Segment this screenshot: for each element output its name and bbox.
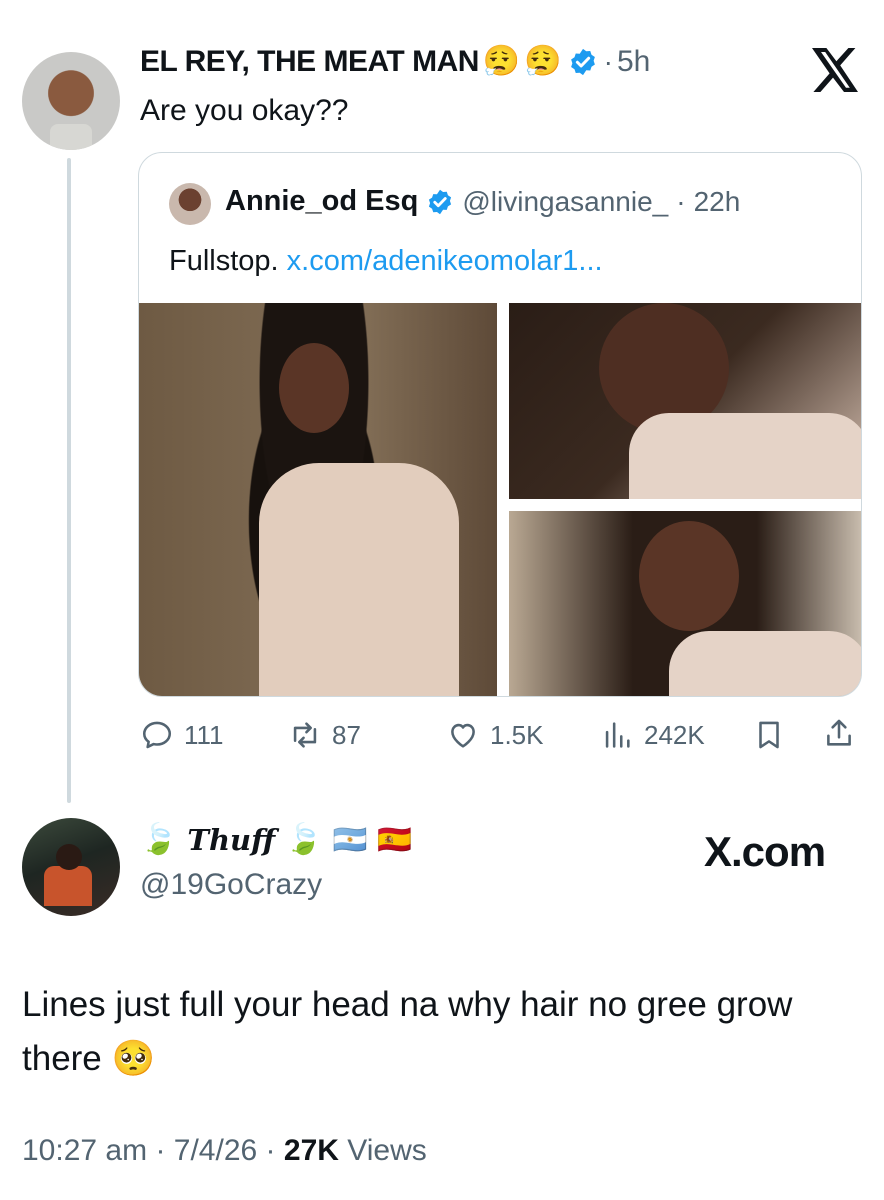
main-display-name[interactable]: Thuff bbox=[187, 823, 275, 857]
quoted-link[interactable]: x.com/adenikeomolar1... bbox=[287, 245, 603, 277]
quoted-text-row: Fullstop. x.com/adenikeomolar1... bbox=[169, 245, 603, 278]
exhale-emoji-icon: 😮‍💨 bbox=[482, 45, 521, 78]
main-views-count: 27K bbox=[283, 1134, 339, 1167]
reply-count: 111 bbox=[184, 719, 224, 750]
reply-action[interactable]: 111 bbox=[140, 718, 224, 752]
reply-author-row: EL REY, THE MEAT MAN 😮‍💨 😮‍💨 · 5h bbox=[140, 44, 651, 79]
avatar-19gocrazy[interactable] bbox=[22, 818, 120, 916]
quoted-handle[interactable]: @livingasannie_ bbox=[462, 186, 668, 218]
retweet-count: 87 bbox=[332, 719, 361, 750]
heart-icon bbox=[451, 723, 475, 748]
spain-flag-icon: 🇪🇸 bbox=[377, 824, 413, 855]
leaf-emoji-icon: 🍃 bbox=[285, 823, 323, 856]
quoted-author-row: Annie_od Esq @livingasannie_ · 22h bbox=[225, 185, 741, 218]
analytics-icon bbox=[605, 722, 630, 748]
like-action[interactable]: 1.5K bbox=[446, 718, 544, 752]
reply-time[interactable]: 5h bbox=[617, 45, 650, 79]
x-com-brand: X.com bbox=[704, 828, 826, 875]
avatar-meatman[interactable] bbox=[22, 52, 120, 150]
main-time[interactable]: 10:27 am bbox=[22, 1134, 147, 1167]
bookmark-icon[interactable] bbox=[752, 718, 786, 752]
reply-author-name[interactable]: EL REY, THE MEAT MAN bbox=[140, 45, 479, 79]
quoted-time[interactable]: 22h bbox=[694, 186, 741, 218]
quoted-author-name[interactable]: Annie_od Esq bbox=[225, 185, 418, 218]
verified-badge-icon bbox=[568, 47, 598, 77]
main-views-label: Views bbox=[347, 1134, 427, 1167]
main-tweet-text: Lines just full your head na why hair no… bbox=[22, 985, 793, 1078]
media-image-1[interactable] bbox=[139, 303, 497, 696]
thread-line bbox=[67, 158, 71, 803]
comment-icon bbox=[142, 721, 172, 749]
views-action[interactable]: 242K bbox=[600, 718, 705, 752]
retweet-action[interactable]: 87 bbox=[288, 718, 361, 752]
media-image-3[interactable] bbox=[509, 511, 861, 696]
main-handle[interactable]: @19GoCrazy bbox=[140, 868, 322, 902]
quoted-text: Fullstop. bbox=[169, 245, 279, 277]
exhale-emoji-icon: 😮‍💨 bbox=[524, 45, 562, 78]
views-count: 242K bbox=[644, 719, 705, 750]
retweet-icon bbox=[293, 722, 317, 748]
argentina-flag-icon: 🇦🇷 bbox=[332, 824, 368, 855]
main-author-row: 🍃 Thuff 🍃 🇦🇷 🇪🇸 bbox=[140, 822, 412, 857]
avatar-annie[interactable] bbox=[169, 183, 211, 225]
leaf-emoji-icon: 🍃 bbox=[140, 823, 178, 856]
reply-text: Are you okay?? bbox=[140, 94, 349, 127]
main-date[interactable]: 7/4/26 bbox=[174, 1134, 257, 1167]
verified-badge-icon bbox=[426, 188, 454, 216]
main-meta-row: 10:27 am · 7/4/26 · 27K Views bbox=[22, 1134, 427, 1167]
x-logo-icon[interactable] bbox=[812, 48, 860, 96]
media-image-2[interactable] bbox=[509, 303, 861, 499]
share-icon[interactable] bbox=[822, 716, 856, 750]
quoted-tweet-card[interactable]: Annie_od Esq @livingasannie_ · 22h Fulls… bbox=[138, 152, 862, 697]
like-count: 1.5K bbox=[490, 719, 544, 750]
